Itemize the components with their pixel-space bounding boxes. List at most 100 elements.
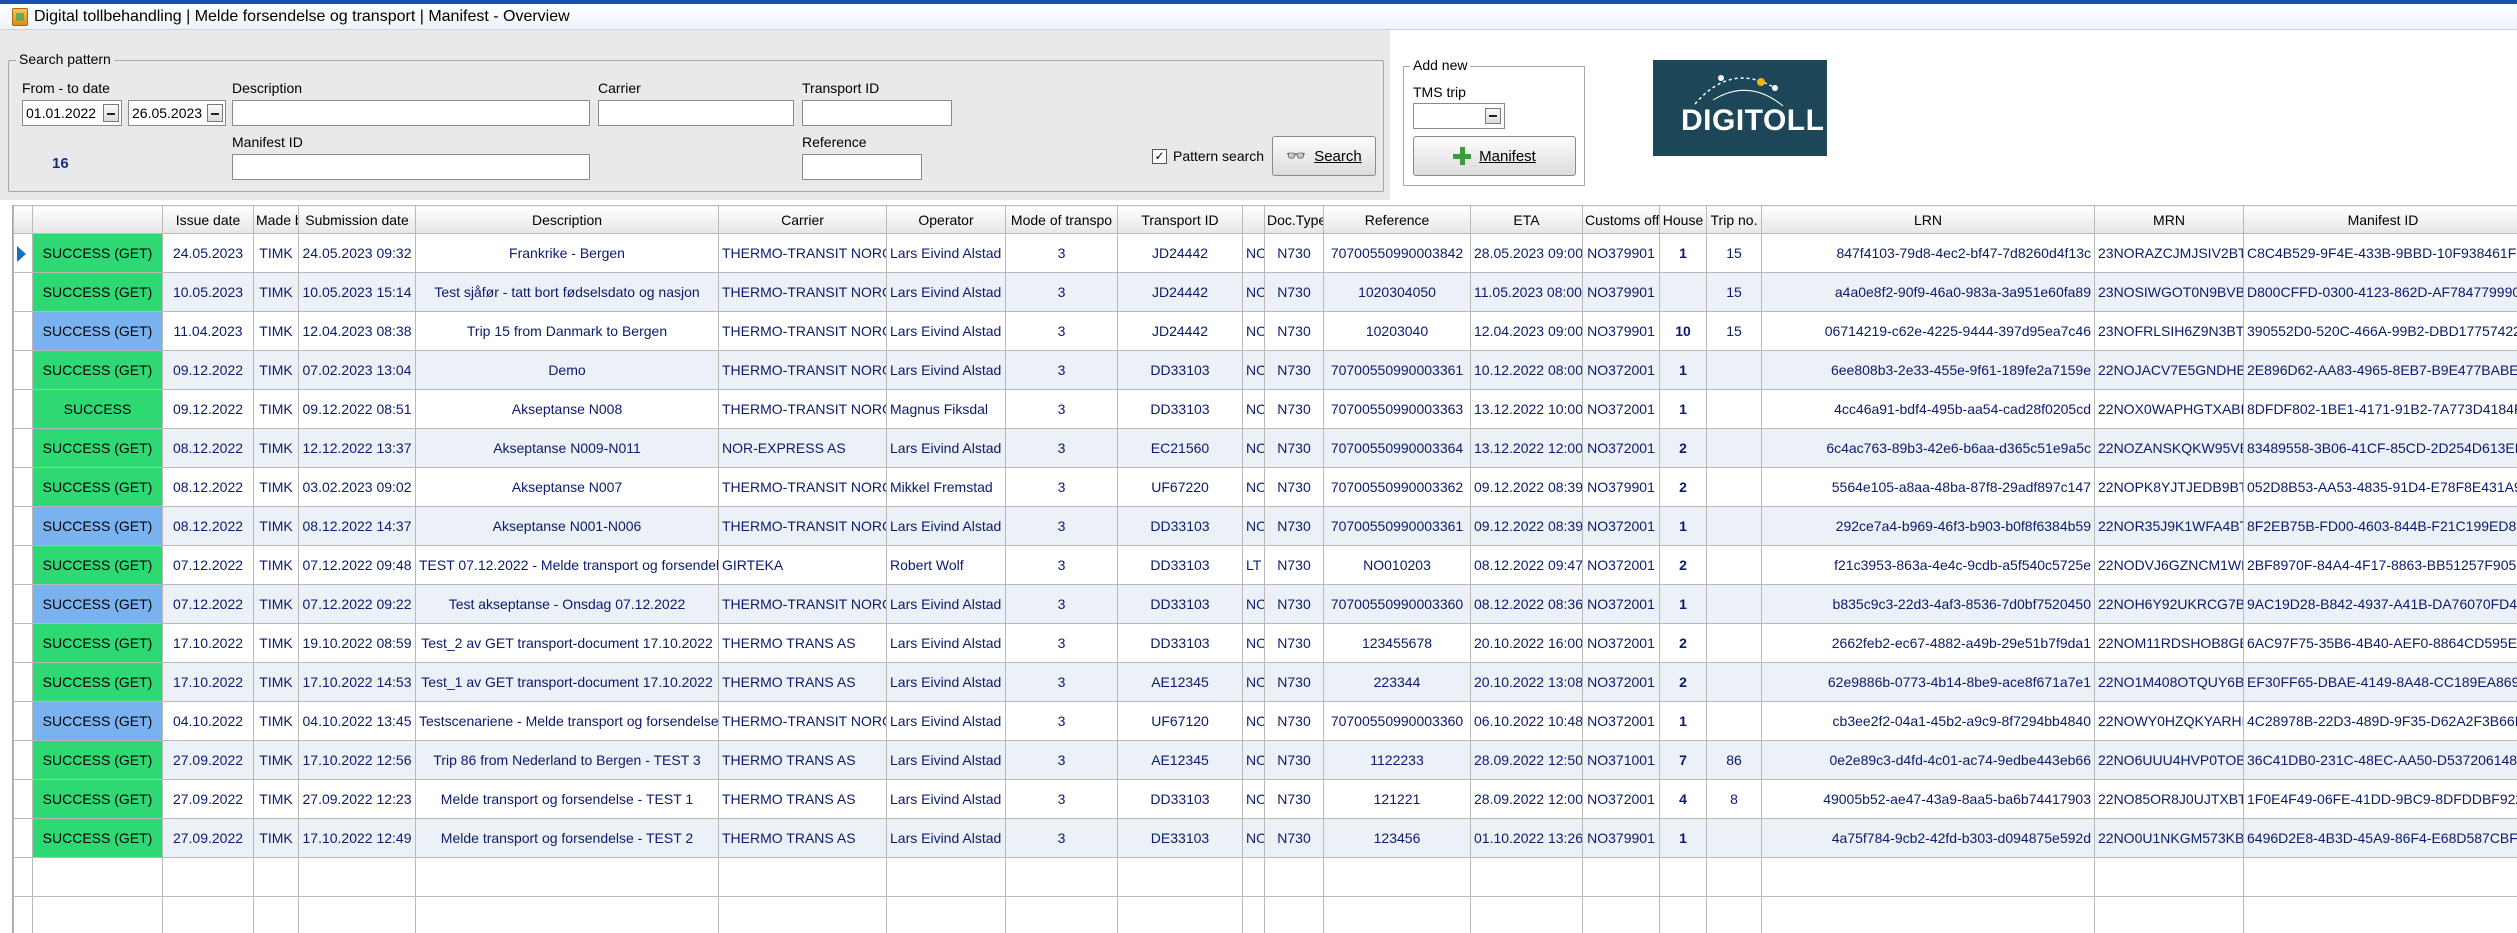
carrier-cell[interactable]: THERMO-TRANSIT NORGE — [718, 272, 887, 312]
lrn-cell[interactable]: 4a75f784-9cb2-42fd-b303-d094875e592d — [1761, 818, 2095, 858]
operator-cell[interactable]: Lars Eivind Alstad — [886, 428, 1006, 468]
house-cell[interactable]: 2 — [1659, 662, 1707, 702]
doc-type-cell[interactable]: N730 — [1264, 350, 1324, 390]
house-cell[interactable]: 2 — [1659, 545, 1707, 585]
customs-office-cell[interactable]: NO379901 — [1582, 233, 1660, 273]
mrn-cell[interactable]: 22NOX0WAPHGTXABBT8 — [2094, 389, 2244, 429]
empty-cell[interactable] — [1470, 896, 1583, 933]
empty-cell[interactable] — [1761, 857, 2095, 897]
lrn-cell[interactable]: 5564e105-a8aa-48ba-87f8-29adf897c147 — [1761, 467, 2095, 507]
mode-cell[interactable]: 3 — [1005, 740, 1118, 780]
mrn-cell[interactable]: 22NOJACV7E5GNDHBT9 — [2094, 350, 2244, 390]
reference-cell[interactable]: 121221 — [1323, 779, 1471, 819]
description-input[interactable] — [232, 100, 590, 126]
issue-date-cell[interactable]: 27.09.2022 — [162, 779, 254, 819]
submission-date-cell[interactable]: 19.10.2022 08:59 — [298, 623, 416, 663]
description-cell[interactable]: Test_1 av GET transport-document 17.10.2… — [415, 662, 719, 702]
row-indicator[interactable] — [13, 506, 33, 546]
row-indicator-header[interactable] — [13, 205, 33, 234]
submission-date-header[interactable]: Submission date — [298, 205, 416, 234]
country-cell[interactable]: NO — [1242, 233, 1265, 273]
mrn-cell[interactable]: 23NOSIWGOT0N9BVBT2 — [2094, 272, 2244, 312]
carrier-cell[interactable]: THERMO-TRANSIT NORGE — [718, 350, 887, 390]
carrier-cell[interactable]: THERMO-TRANSIT NORGE — [718, 233, 887, 273]
house-cell[interactable]: 4 — [1659, 779, 1707, 819]
status-cell[interactable]: SUCCESS (GET) — [32, 584, 163, 624]
doc-type-header[interactable]: Doc.Type — [1264, 205, 1324, 234]
house-cell[interactable]: 7 — [1659, 740, 1707, 780]
house-cell[interactable]: 1 — [1659, 233, 1707, 273]
empty-cell[interactable] — [2094, 857, 2244, 897]
manifest-id-input[interactable] — [232, 154, 590, 180]
manifest-id-cell[interactable]: D800CFFD-0300-4123-862D-AF784779990E — [2243, 272, 2517, 312]
mrn-cell[interactable]: 22NO85OR8J0UJTXBT1 — [2094, 779, 2244, 819]
eta-cell[interactable]: 20.10.2022 13:08 — [1470, 662, 1583, 702]
description-cell[interactable]: TEST 07.12.2022 - Melde transport og for… — [415, 545, 719, 585]
submission-date-cell[interactable]: 03.02.2023 09:02 — [298, 467, 416, 507]
status-cell[interactable]: SUCCESS (GET) — [32, 311, 163, 351]
issue-date-cell[interactable]: 07.12.2022 — [162, 584, 254, 624]
trip-no-cell[interactable]: 15 — [1706, 233, 1762, 273]
mode-cell[interactable]: 3 — [1005, 311, 1118, 351]
eta-cell[interactable]: 28.09.2022 12:00 — [1470, 779, 1583, 819]
empty-row[interactable] — [13, 896, 2517, 933]
eta-cell[interactable]: 11.05.2023 08:00 — [1470, 272, 1583, 312]
lrn-cell[interactable]: 6c4ac763-89b3-42e6-b6aa-d365c51e9a5c — [1761, 428, 2095, 468]
row-indicator[interactable] — [13, 662, 33, 702]
empty-cell[interactable] — [1005, 896, 1118, 933]
manifest-id-cell[interactable]: 052D8B53-AA53-4835-91D4-E78F8E431A99 — [2243, 467, 2517, 507]
description-cell[interactable]: Test akseptanse - Onsdag 07.12.2022 — [415, 584, 719, 624]
country-cell[interactable]: NO — [1242, 623, 1265, 663]
house-cell[interactable]: 1 — [1659, 350, 1707, 390]
eta-cell[interactable]: 20.10.2022 16:00 — [1470, 623, 1583, 663]
reference-cell[interactable]: 223344 — [1323, 662, 1471, 702]
country-cell[interactable]: NO — [1242, 350, 1265, 390]
pattern-search-toggle[interactable]: ✓ Pattern search — [1152, 148, 1264, 164]
made-by-cell[interactable]: TIMK — [253, 311, 299, 351]
empty-cell[interactable] — [253, 857, 299, 897]
table-row[interactable]: SUCCESS (GET) 08.12.2022 TIMK 03.02.2023 09… — [13, 467, 2517, 507]
manifest-id-cell[interactable]: 2E896D62-AA83-4965-8EB7-B9E477BABECE — [2243, 350, 2517, 390]
customs-office-cell[interactable]: NO372001 — [1582, 428, 1660, 468]
mode-cell[interactable]: 3 — [1005, 662, 1118, 702]
mode-cell[interactable]: 3 — [1005, 623, 1118, 663]
trip-no-cell[interactable] — [1706, 428, 1762, 468]
house-cell[interactable]: 1 — [1659, 389, 1707, 429]
house-cell[interactable]: 1 — [1659, 818, 1707, 858]
made-by-cell[interactable]: TIMK — [253, 272, 299, 312]
status-cell[interactable]: SUCCESS (GET) — [32, 662, 163, 702]
mode-cell[interactable]: 3 — [1005, 818, 1118, 858]
manifest-id-cell[interactable]: 36C41DB0-231C-48EC-AA50-D537206148BE — [2243, 740, 2517, 780]
mrn-cell[interactable]: 23NORAZCJMJSIV2BT0 — [2094, 233, 2244, 273]
submission-date-cell[interactable]: 08.12.2022 14:37 — [298, 506, 416, 546]
lrn-cell[interactable]: cb3ee2f2-04a1-45b2-a9c9-8f7294bb4840 — [1761, 701, 2095, 741]
trip-no-cell[interactable]: 8 — [1706, 779, 1762, 819]
row-indicator[interactable] — [13, 350, 33, 390]
table-row[interactable]: SUCCESS (GET) 08.12.2022 TIMK 12.12.2022 13… — [13, 428, 2517, 468]
mode-cell[interactable]: 3 — [1005, 467, 1118, 507]
add-manifest-button[interactable]: Manifest — [1413, 136, 1576, 176]
row-indicator[interactable] — [13, 467, 33, 507]
country-cell[interactable]: NO — [1242, 701, 1265, 741]
country-cell[interactable]: LT — [1242, 545, 1265, 585]
row-indicator[interactable] — [13, 233, 33, 273]
operator-cell[interactable]: Lars Eivind Alstad — [886, 818, 1006, 858]
table-row[interactable]: SUCCESS (GET) 27.09.2022 TIMK 17.10.2022 12… — [13, 818, 2517, 858]
mrn-cell[interactable]: 22NO1M408OTQUY6BT9 — [2094, 662, 2244, 702]
lrn-cell[interactable]: a4a0e8f2-90f9-46a0-983a-3a951e60fa89 — [1761, 272, 2095, 312]
lrn-cell[interactable]: 62e9886b-0773-4b14-8be9-ace8f671a7e1 — [1761, 662, 2095, 702]
reference-cell[interactable]: 70700550990003363 — [1323, 389, 1471, 429]
transport-id-cell[interactable]: DD33103 — [1117, 389, 1243, 429]
issue-date-cell[interactable]: 07.12.2022 — [162, 545, 254, 585]
eta-cell[interactable]: 12.04.2023 09:00 — [1470, 311, 1583, 351]
status-cell[interactable]: SUCCESS (GET) — [32, 545, 163, 585]
transport-id-cell[interactable]: DD33103 — [1117, 623, 1243, 663]
operator-cell[interactable]: Lars Eivind Alstad — [886, 233, 1006, 273]
manifest-id-header[interactable]: Manifest ID — [2243, 205, 2517, 234]
mode-cell[interactable]: 3 — [1005, 389, 1118, 429]
made-by-cell[interactable]: TIMK — [253, 233, 299, 273]
empty-cell[interactable] — [162, 896, 254, 933]
house-cell[interactable]: 2 — [1659, 428, 1707, 468]
empty-cell[interactable] — [1264, 896, 1324, 933]
status-cell[interactable]: SUCCESS (GET) — [32, 272, 163, 312]
